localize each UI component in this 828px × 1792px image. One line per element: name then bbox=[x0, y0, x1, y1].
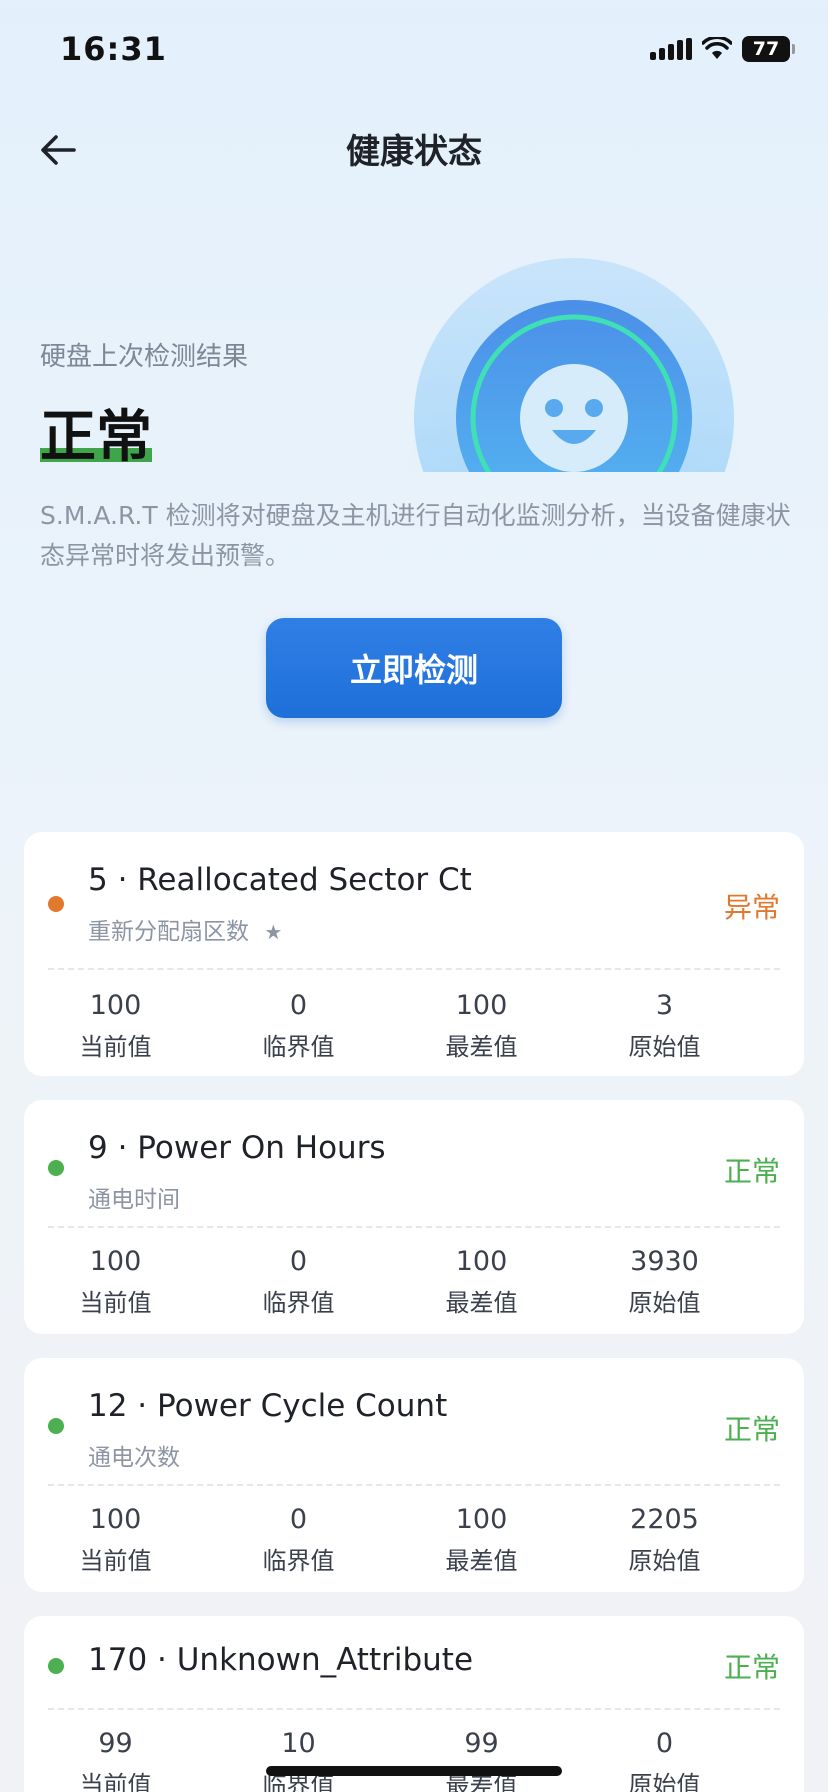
stat-current: 99 当前值 bbox=[24, 1728, 207, 1792]
stat-label: 当前值 bbox=[79, 1289, 152, 1317]
stat-label: 临界值 bbox=[262, 1033, 335, 1061]
attribute-subtitle: 重新分配扇区数 ★ bbox=[88, 912, 282, 946]
stat-threshold: 0 临界值 bbox=[207, 1246, 390, 1318]
attribute-stats: 99 当前值 10 临界值 99 最差值 0 原始值 bbox=[24, 1728, 804, 1792]
stat-worst: 100 最差值 bbox=[390, 1504, 573, 1576]
divider bbox=[48, 1226, 780, 1228]
stat-value: 0 bbox=[289, 1504, 308, 1535]
attribute-title: 170 · Unknown_Attribute bbox=[88, 1642, 474, 1678]
stat-current: 100 当前值 bbox=[24, 1246, 207, 1318]
stat-value: 0 bbox=[289, 990, 308, 1021]
battery-icon: 77 bbox=[742, 36, 795, 62]
stat-value: 100 bbox=[89, 1504, 142, 1535]
attribute-subtitle-text: 重新分配扇区数 bbox=[88, 919, 249, 945]
star-icon: ★ bbox=[264, 920, 283, 944]
status-dot-warning bbox=[48, 896, 64, 912]
stat-label: 原始值 bbox=[628, 1033, 701, 1061]
nav-bar: 健康状态 bbox=[0, 110, 828, 190]
status-icons: 77 bbox=[650, 36, 795, 62]
attribute-title: 5 · Reallocated Sector Ct bbox=[88, 862, 472, 898]
battery-level: 77 bbox=[752, 38, 780, 60]
stat-value: 100 bbox=[455, 1504, 508, 1535]
page-title: 健康状态 bbox=[346, 132, 482, 172]
stat-worst: 99 最差值 bbox=[390, 1728, 573, 1792]
stat-value: 10 bbox=[281, 1728, 316, 1759]
stat-worst: 100 最差值 bbox=[390, 1246, 573, 1318]
stat-value: 100 bbox=[455, 1246, 508, 1277]
stat-raw: 3930 原始值 bbox=[573, 1246, 756, 1318]
stat-label: 当前值 bbox=[79, 1033, 152, 1061]
stat-value: 100 bbox=[89, 1246, 142, 1277]
attribute-card[interactable]: 12 · Power Cycle Count 通电次数 正常 100 当前值 0 临… bbox=[24, 1358, 804, 1592]
divider bbox=[48, 1708, 780, 1710]
stat-current: 100 当前值 bbox=[24, 990, 207, 1062]
attribute-stats: 100 当前值 0 临界值 100 最差值 3 原始值 bbox=[24, 990, 804, 1062]
stat-label: 最差值 bbox=[445, 1289, 518, 1317]
stat-value: 99 bbox=[98, 1728, 133, 1759]
attribute-state: 正常 bbox=[723, 1651, 780, 1684]
attribute-state: 异常 bbox=[723, 891, 780, 924]
attribute-subtitle: 通电时间 bbox=[88, 1187, 180, 1213]
divider bbox=[48, 1484, 780, 1486]
stat-label: 最差值 bbox=[445, 1033, 518, 1061]
stat-label: 原始值 bbox=[628, 1771, 701, 1792]
stat-value: 3 bbox=[655, 990, 674, 1021]
stat-threshold: 10 临界值 bbox=[207, 1728, 390, 1792]
stat-threshold: 0 临界值 bbox=[207, 1504, 390, 1576]
attribute-stats: 100 当前值 0 临界值 100 最差值 3930 原始值 bbox=[24, 1246, 804, 1318]
attribute-card[interactable]: 9 · Power On Hours 通电时间 正常 100 当前值 0 临界值 1… bbox=[24, 1100, 804, 1334]
stat-value: 99 bbox=[464, 1728, 499, 1759]
smart-description: S.M.A.R.T 检测将对硬盘及主机进行自动化监测分析，当设备健康状态异常时将… bbox=[40, 501, 791, 570]
wifi-icon bbox=[702, 37, 732, 59]
stat-label: 当前值 bbox=[79, 1547, 152, 1575]
attribute-title: 12 · Power Cycle Count bbox=[88, 1388, 448, 1424]
stat-value: 3930 bbox=[630, 1246, 699, 1277]
stat-label: 原始值 bbox=[628, 1289, 701, 1317]
check-now-button[interactable]: 立即检测 bbox=[266, 618, 562, 718]
health-smiley-graphic bbox=[394, 238, 754, 472]
attribute-state: 正常 bbox=[723, 1413, 780, 1446]
stat-worst: 100 最差值 bbox=[390, 990, 573, 1062]
status-time: 16:31 bbox=[60, 30, 167, 68]
attribute-stats: 100 当前值 0 临界值 100 最差值 2205 原始值 bbox=[24, 1504, 804, 1576]
stat-value: 0 bbox=[289, 1246, 308, 1277]
status-dot-normal bbox=[48, 1160, 64, 1176]
health-status-text: 正常 bbox=[40, 405, 152, 470]
stat-label: 当前值 bbox=[79, 1771, 152, 1792]
status-dot-normal bbox=[48, 1658, 64, 1674]
stat-value: 100 bbox=[455, 990, 508, 1021]
stat-raw: 0 原始值 bbox=[573, 1728, 756, 1792]
stat-value: 2205 bbox=[630, 1504, 699, 1535]
stat-threshold: 0 临界值 bbox=[207, 990, 390, 1062]
stat-label: 临界值 bbox=[262, 1547, 335, 1575]
attribute-title: 9 · Power On Hours bbox=[88, 1130, 386, 1166]
stat-value: 0 bbox=[655, 1728, 674, 1759]
stat-current: 100 当前值 bbox=[24, 1504, 207, 1576]
stat-label: 临界值 bbox=[262, 1289, 335, 1317]
health-status: 正常 bbox=[40, 392, 152, 473]
divider bbox=[48, 968, 780, 970]
stat-label: 原始值 bbox=[628, 1547, 701, 1575]
status-bar: 16:31 77 bbox=[0, 0, 828, 100]
status-dot-normal bbox=[48, 1418, 64, 1434]
stat-label: 最差值 bbox=[445, 1547, 518, 1575]
last-check-label: 硬盘上次检测结果 bbox=[40, 342, 249, 372]
attribute-card[interactable]: 5 · Reallocated Sector Ct 重新分配扇区数 ★ 异常 1… bbox=[24, 832, 804, 1076]
cellular-signal-icon bbox=[650, 38, 692, 60]
attribute-subtitle: 通电次数 bbox=[88, 1445, 180, 1471]
home-indicator[interactable] bbox=[266, 1766, 562, 1776]
attribute-state: 正常 bbox=[723, 1155, 780, 1188]
stat-raw: 3 原始值 bbox=[573, 990, 756, 1062]
stat-raw: 2205 原始值 bbox=[573, 1504, 756, 1576]
stat-value: 100 bbox=[89, 990, 142, 1021]
